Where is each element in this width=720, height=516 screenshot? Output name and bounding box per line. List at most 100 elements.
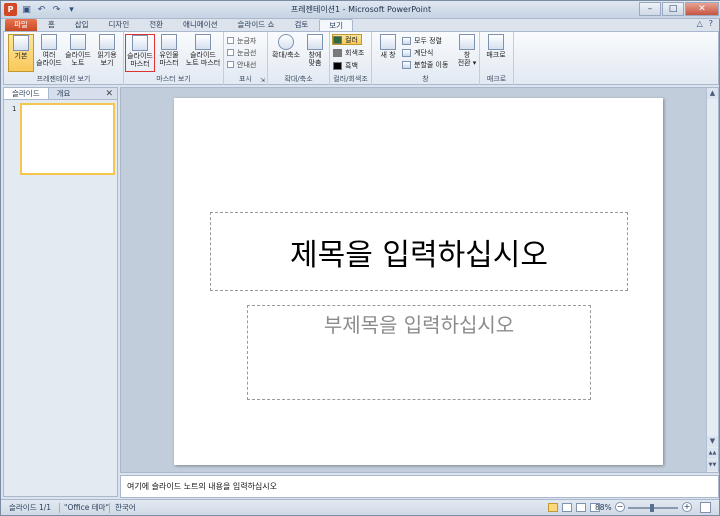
group-label: 매크로 bbox=[486, 75, 507, 83]
group-presentation-views: 기본 여러 슬라이드 슬라이드 노트 읽기용 보기 프레젠테이션 보기 bbox=[4, 32, 124, 85]
close-button[interactable]: ✕ bbox=[685, 2, 719, 16]
tab-row-right: △ ? bbox=[697, 19, 713, 28]
theme-name: "Office 테마" bbox=[64, 503, 109, 512]
normal-view-icon[interactable] bbox=[548, 503, 558, 512]
group-label: 마스터 보기 bbox=[156, 75, 191, 83]
notes-master-button[interactable]: 슬라이드 노트 마스터 bbox=[184, 34, 222, 72]
macros-button[interactable]: 매크로 bbox=[483, 34, 509, 72]
cascade-icon bbox=[402, 48, 411, 57]
slide-master-icon bbox=[132, 35, 148, 51]
zoom-level[interactable]: 88% bbox=[595, 500, 612, 515]
tab-slides[interactable]: 슬라이드 bbox=[4, 88, 49, 99]
slide-thumbnail[interactable] bbox=[20, 103, 115, 175]
subtitle-placeholder[interactable]: 부제목을 입력하십시오 bbox=[247, 305, 591, 400]
tab-design[interactable]: 디자인 bbox=[100, 19, 139, 31]
zoom-button[interactable]: 확대/축소 bbox=[270, 34, 302, 72]
minimize-button[interactable]: – bbox=[639, 2, 661, 16]
new-window-button[interactable]: 새 창 bbox=[375, 34, 401, 72]
tab-outline[interactable]: 개요 bbox=[49, 88, 79, 99]
handout-master-button[interactable]: 유인물 마스터 bbox=[156, 34, 182, 72]
normal-view-icon bbox=[13, 35, 29, 51]
slide-sorter-button[interactable]: 여러 슬라이드 bbox=[36, 34, 62, 72]
zoom-in-icon[interactable]: + bbox=[682, 502, 692, 512]
minimize-ribbon-icon[interactable]: △ bbox=[697, 19, 703, 28]
group-label: 창 bbox=[422, 75, 429, 83]
reading-view-icon bbox=[99, 34, 115, 50]
language[interactable]: 한국어 bbox=[115, 500, 136, 515]
fit-slide-icon[interactable] bbox=[700, 502, 711, 513]
close-pane-icon[interactable]: ✕ bbox=[105, 88, 113, 100]
notes-pane[interactable]: 여기에 슬라이드 노트의 내용을 입력하십시오 bbox=[120, 475, 719, 498]
title-bar: P ▣ ↶ ↷ ▾ 프레젠테이션1 - Microsoft PowerPoint… bbox=[1, 1, 720, 19]
switch-windows-button[interactable]: 창 전환 ▾ bbox=[454, 34, 480, 72]
window-title: 프레젠테이션1 - Microsoft PowerPoint bbox=[290, 5, 432, 14]
slide-sorter-view-icon[interactable] bbox=[562, 503, 572, 512]
slide-thumbnail-number: 1 bbox=[12, 105, 17, 113]
notes-master-icon bbox=[195, 34, 211, 50]
fit-to-window-icon bbox=[307, 34, 323, 50]
previous-slide-icon[interactable]: ▲▲ bbox=[707, 448, 718, 459]
color-button[interactable]: 컬러 bbox=[332, 34, 362, 45]
gridlines-checkbox[interactable]: 눈금선 bbox=[227, 47, 256, 58]
show-dialog-launcher-icon[interactable]: ⇲ bbox=[260, 77, 265, 84]
reading-view-icon[interactable] bbox=[576, 503, 586, 512]
scroll-up-icon[interactable]: ▲ bbox=[707, 88, 718, 99]
notes-placeholder: 여기에 슬라이드 노트의 내용을 입력하십시오 bbox=[127, 482, 278, 491]
slides-pane-tabs: 슬라이드 개요 ✕ bbox=[4, 88, 117, 100]
black-white-button[interactable]: 흑백 bbox=[333, 60, 358, 71]
maximize-button[interactable]: □ bbox=[662, 2, 684, 16]
help-icon[interactable]: ? bbox=[709, 19, 713, 28]
vertical-scrollbar[interactable]: ▲ ▼ ▲▲ ▼▼ bbox=[706, 88, 718, 472]
tab-transitions[interactable]: 전환 bbox=[140, 19, 172, 31]
handout-master-icon bbox=[161, 34, 177, 50]
group-zoom: 확대/축소 창에 맞춤 확대/축소 bbox=[268, 32, 330, 85]
group-label: 프레젠테이션 보기 bbox=[36, 75, 91, 83]
arrange-all-icon bbox=[402, 36, 411, 45]
zoom-slider[interactable] bbox=[628, 504, 678, 512]
scroll-down-icon[interactable]: ▼ bbox=[707, 436, 718, 447]
ribbon: 기본 여러 슬라이드 슬라이드 노트 읽기용 보기 프레젠테이션 보기 슬라이드… bbox=[3, 31, 719, 85]
grayscale-swatch-icon bbox=[333, 48, 342, 57]
slide-canvas[interactable]: 제목을 입력하십시오 부제목을 입력하십시오 bbox=[174, 98, 663, 465]
tab-home[interactable]: 홈 bbox=[39, 19, 64, 31]
group-master-views: 슬라이드 마스터 유인물 마스터 슬라이드 노트 마스터 마스터 보기 bbox=[124, 32, 224, 85]
tab-review[interactable]: 검토 bbox=[285, 19, 317, 31]
zoom-slider-thumb[interactable] bbox=[650, 504, 654, 512]
arrange-all-button[interactable]: 모두 정렬 bbox=[402, 35, 442, 46]
normal-view-button[interactable]: 기본 bbox=[8, 34, 34, 72]
tab-animations[interactable]: 애니메이션 bbox=[174, 19, 227, 31]
reading-view-button[interactable]: 읽기용 보기 bbox=[94, 34, 120, 72]
grayscale-button[interactable]: 회색조 bbox=[333, 47, 364, 58]
switch-windows-icon bbox=[459, 34, 475, 50]
group-window: 새 창 모두 정렬 계단식 분할줄 이동 창 전환 ▾ 창 bbox=[372, 32, 480, 85]
macros-icon bbox=[488, 34, 504, 50]
ruler-checkbox[interactable]: 눈금자 bbox=[227, 35, 256, 46]
tab-view[interactable]: 보기 bbox=[319, 19, 354, 31]
guides-checkbox[interactable]: 안내선 bbox=[227, 59, 256, 70]
tab-insert[interactable]: 삽입 bbox=[66, 19, 98, 31]
slides-pane: 슬라이드 개요 ✕ 1 bbox=[3, 87, 118, 497]
group-macros: 매크로 매크로 bbox=[480, 32, 514, 85]
cascade-button[interactable]: 계단식 bbox=[402, 47, 433, 58]
group-color-grayscale: 컬러 회색조 흑백 컬러/회색조 bbox=[330, 32, 372, 85]
move-split-button[interactable]: 분할줄 이동 bbox=[402, 59, 448, 70]
group-label: 컬러/회색조 bbox=[333, 75, 368, 83]
ribbon-tabs: 파일 홈 삽입 디자인 전환 애니메이션 슬라이드 쇼 검토 보기 △ ? bbox=[1, 18, 720, 31]
next-slide-icon[interactable]: ▼▼ bbox=[707, 460, 718, 471]
zoom-out-icon[interactable]: − bbox=[615, 502, 625, 512]
title-placeholder[interactable]: 제목을 입력하십시오 bbox=[210, 212, 628, 291]
slide-count: 슬라이드 1/1 bbox=[9, 503, 52, 512]
tab-slide-show[interactable]: 슬라이드 쇼 bbox=[229, 19, 284, 31]
fit-to-window-button[interactable]: 창에 맞춤 bbox=[302, 34, 328, 72]
slide-sorter-icon bbox=[41, 34, 57, 50]
powerpoint-window: P ▣ ↶ ↷ ▾ 프레젠테이션1 - Microsoft PowerPoint… bbox=[0, 0, 720, 516]
slide-master-button[interactable]: 슬라이드 마스터 bbox=[125, 34, 155, 72]
group-show: 눈금자 눈금선 안내선 표시 ⇲ bbox=[224, 32, 268, 85]
color-swatch-icon bbox=[333, 35, 342, 44]
notes-page-icon bbox=[70, 34, 86, 50]
new-window-icon bbox=[380, 34, 396, 50]
view-shortcuts bbox=[548, 503, 600, 512]
tab-file[interactable]: 파일 bbox=[5, 19, 37, 31]
status-bar: 슬라이드 1/1 "Office 테마" 한국어 88% − + bbox=[1, 499, 719, 515]
notes-page-button[interactable]: 슬라이드 노트 bbox=[65, 34, 91, 72]
